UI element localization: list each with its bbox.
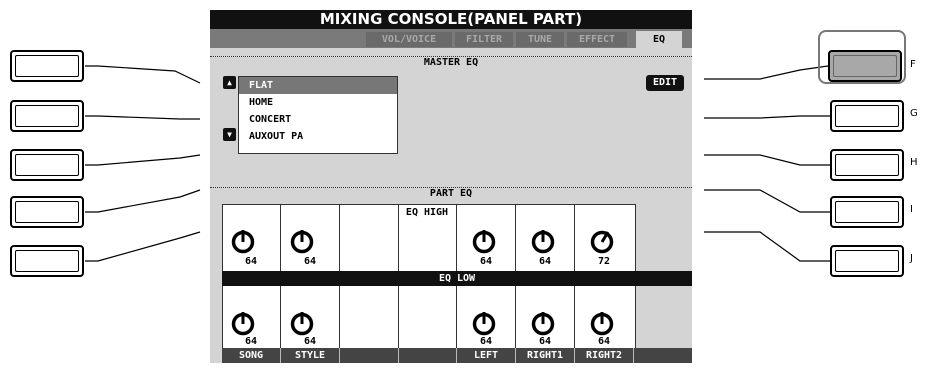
button-j-letter: J [910, 253, 913, 264]
tab-bar: VOL/VOICE FILTER TUNE EFFECT EQ [210, 29, 692, 48]
edit-button[interactable]: EDIT [646, 75, 684, 91]
right1-eq-high-value: 64 [538, 256, 552, 267]
part-name-divider [398, 348, 399, 363]
left-eq-high-value: 64 [479, 256, 493, 267]
button-c[interactable] [10, 149, 84, 181]
scroll-down-arrow-icon[interactable]: ▼ [223, 128, 236, 141]
style-eq-high-value: 64 [303, 256, 317, 267]
style-eq-low-value: 64 [303, 336, 317, 347]
button-f[interactable] [828, 50, 902, 82]
right2-eq-low-value: 64 [597, 336, 611, 347]
style-eq-low-knob[interactable] [289, 310, 315, 336]
button-g[interactable] [830, 100, 904, 132]
part-name-song: SONG [238, 350, 264, 361]
tab-eq[interactable]: EQ [636, 31, 682, 48]
part-name-right1: RIGHT1 [526, 350, 564, 361]
part-name-left: LEFT [473, 350, 499, 361]
master-eq-preset-list: FLAT HOME CONCERT AUXOUT PA [238, 76, 398, 154]
tab-filter[interactable]: FILTER [455, 32, 513, 47]
lcd-screen: MIXING CONSOLE(PANEL PART) VOL/VOICE FIL… [210, 10, 692, 363]
left-eq-low-value: 64 [479, 336, 493, 347]
left-eq-low-knob[interactable] [471, 310, 497, 336]
button-e[interactable] [10, 245, 84, 277]
song-eq-low-value: 64 [244, 336, 258, 347]
button-g-letter: G [910, 108, 918, 119]
button-h[interactable] [830, 149, 904, 181]
tab-vol-voice[interactable]: VOL/VOICE [366, 32, 452, 47]
part-name-divider [339, 348, 340, 363]
preset-item-home[interactable]: HOME [239, 94, 397, 111]
preset-item-concert[interactable]: CONCERT [239, 111, 397, 128]
master-eq-heading: MASTER EQ [210, 50, 692, 68]
right2-eq-high-knob[interactable] [589, 228, 615, 254]
part-name-divider [633, 348, 634, 363]
song-eq-high-knob[interactable] [230, 228, 256, 254]
button-b[interactable] [10, 100, 84, 132]
button-d[interactable] [10, 196, 84, 228]
right1-eq-high-knob[interactable] [530, 228, 556, 254]
button-j[interactable] [830, 245, 904, 277]
button-i-letter: I [910, 204, 913, 215]
scroll-up-arrow-icon[interactable]: ▲ [223, 76, 236, 89]
eq-low-label: EQ LOW [222, 271, 692, 286]
part-eq-label: PART EQ [427, 188, 475, 199]
part-eq-heading: PART EQ [210, 181, 692, 199]
preset-item-auxout-pa[interactable]: AUXOUT PA [239, 128, 397, 145]
eq-high-label: EQ HIGH [405, 207, 449, 218]
right1-eq-low-knob[interactable] [530, 310, 556, 336]
right2-eq-high-value: 72 [597, 256, 611, 267]
preset-item-flat[interactable]: FLAT [239, 77, 397, 94]
screen-title: MIXING CONSOLE(PANEL PART) [210, 10, 692, 29]
right1-eq-low-value: 64 [538, 336, 552, 347]
button-h-letter: H [910, 157, 918, 168]
song-eq-low-knob[interactable] [230, 310, 256, 336]
right2-eq-low-knob[interactable] [589, 310, 615, 336]
tab-tune[interactable]: TUNE [516, 32, 564, 47]
part-name-style: STYLE [294, 350, 326, 361]
button-f-letter: F [910, 59, 916, 70]
button-a[interactable] [10, 50, 84, 82]
part-name-right2: RIGHT2 [585, 350, 623, 361]
style-eq-high-knob[interactable] [289, 228, 315, 254]
button-i[interactable] [830, 196, 904, 228]
master-eq-label: MASTER EQ [421, 57, 481, 68]
tab-effect[interactable]: EFFECT [567, 32, 627, 47]
left-eq-high-knob[interactable] [471, 228, 497, 254]
song-eq-high-value: 64 [244, 256, 258, 267]
